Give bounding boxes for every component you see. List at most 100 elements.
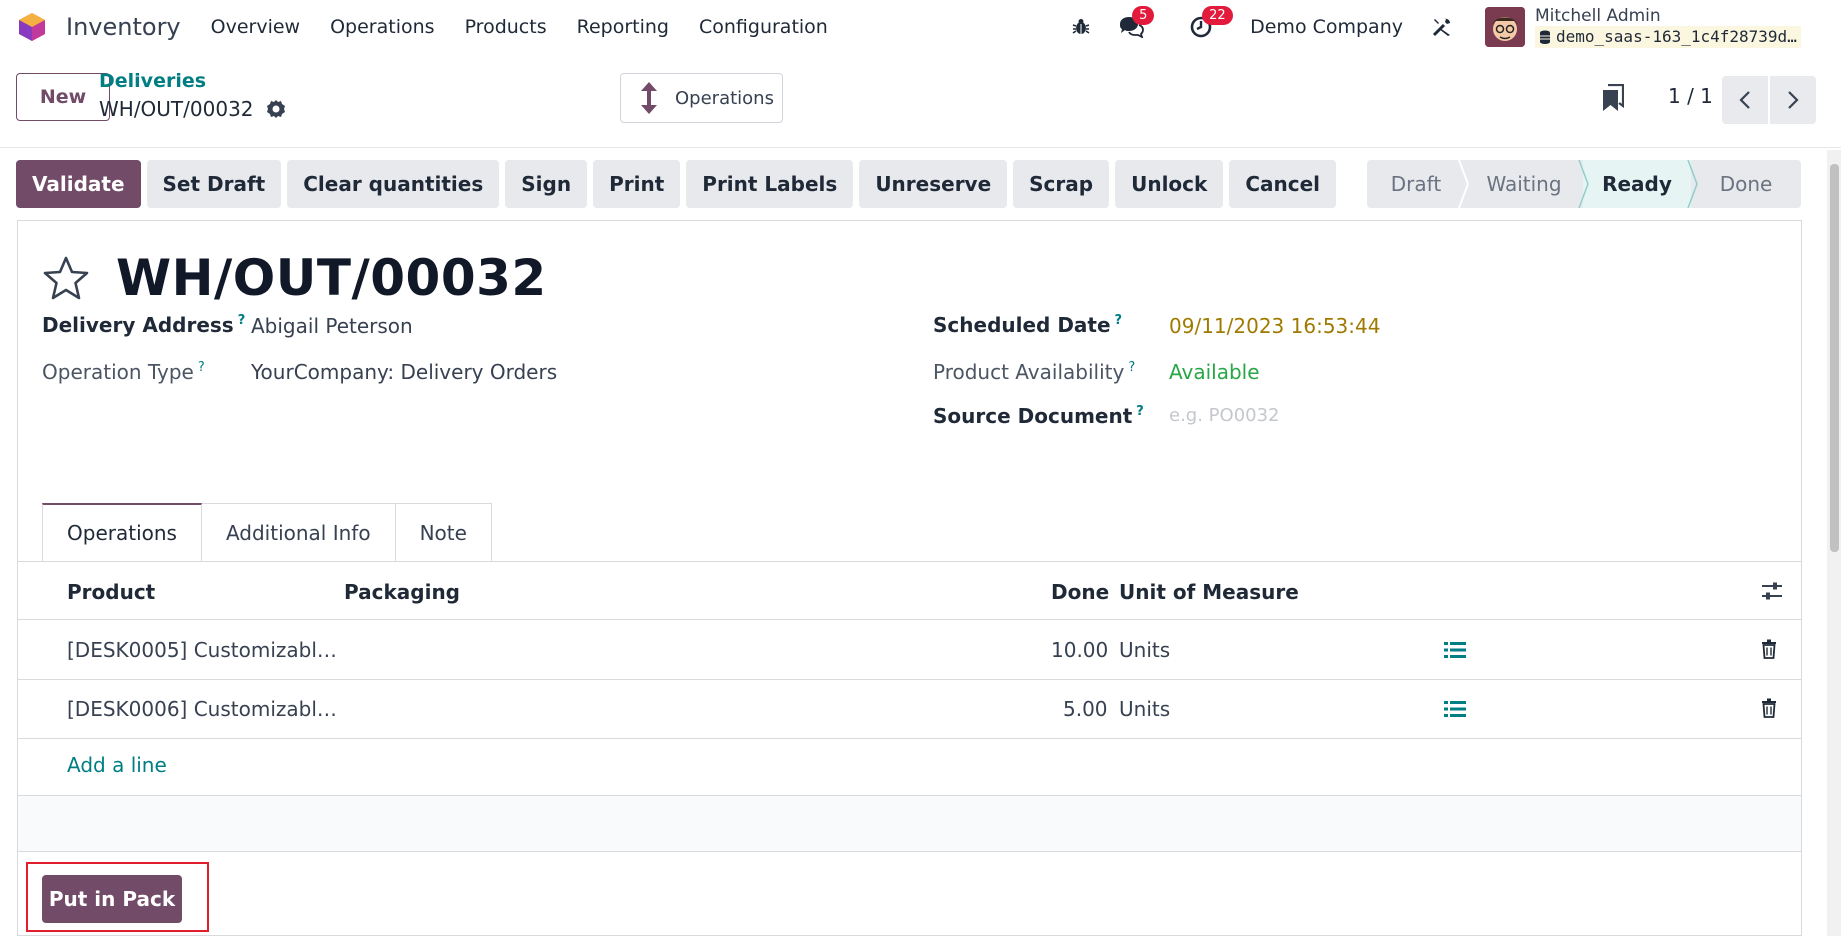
details-list-icon[interactable] — [1444, 641, 1466, 659]
stage-waiting[interactable]: Waiting — [1465, 160, 1583, 208]
help-icon[interactable]: ? — [1136, 404, 1144, 419]
tab-note[interactable]: Note — [395, 503, 492, 561]
app-name: Inventory — [66, 13, 181, 41]
pager-previous-button[interactable] — [1722, 76, 1768, 124]
scheduled-date-field[interactable]: 09/11/2023 16:53:44 — [1169, 314, 1380, 338]
new-button[interactable]: New — [16, 73, 110, 121]
menu-operations[interactable]: Operations — [330, 16, 434, 38]
put-in-pack-button[interactable]: Put in Pack — [42, 875, 182, 923]
database-name: demo_saas-163_1c4f28739d… — [1535, 26, 1801, 48]
column-unit-of-measure[interactable]: Unit of Measure — [1119, 580, 1299, 604]
row-product[interactable]: [DESK0005] Customizabl… — [67, 638, 337, 662]
help-icon[interactable]: ? — [238, 313, 246, 328]
help-icon[interactable]: ? — [1128, 360, 1135, 375]
pager-value[interactable]: 1 / 1 — [1668, 84, 1713, 108]
notebook-tabs: Operations Additional Info Note — [42, 503, 492, 561]
row-product[interactable]: [DESK0006] Customizabl… — [67, 697, 337, 721]
menu-configuration[interactable]: Configuration — [699, 16, 828, 38]
stage-ready[interactable]: Ready — [1583, 160, 1691, 208]
print-labels-button[interactable]: Print Labels — [686, 160, 854, 208]
gear-icon[interactable] — [266, 99, 286, 119]
operation-type-label: Operation Type? — [42, 360, 205, 384]
breadcrumb-current-label: WH/OUT/00032 — [99, 97, 254, 121]
chevron-right-icon — [1788, 91, 1799, 109]
star-icon[interactable] — [42, 255, 90, 301]
scheduled-date-label: Scheduled Date? — [933, 313, 1122, 337]
scrollbar-thumb[interactable] — [1830, 164, 1839, 552]
breadcrumb-deliveries[interactable]: Deliveries — [99, 70, 206, 92]
table-header: Product Packaging Done Unit of Measure — [18, 562, 1801, 620]
product-availability-label: Product Availability? — [933, 360, 1135, 384]
source-document-label: Source Document? — [933, 404, 1144, 428]
debug-bug-icon[interactable] — [1066, 12, 1096, 42]
messages-icon[interactable]: 5 — [1116, 6, 1155, 42]
record-title: WH/OUT/00032 — [116, 249, 547, 307]
delivery-address-label-text: Delivery Address — [42, 313, 234, 337]
operations-smart-button[interactable]: Operations — [620, 73, 783, 123]
sign-button[interactable]: Sign — [505, 160, 588, 208]
row-done-quantity[interactable]: 10.00 — [1051, 638, 1108, 662]
table-row[interactable]: [DESK0005] Customizabl… 10.00 Units — [18, 621, 1801, 680]
delivery-address-field[interactable]: Abigail Peterson — [251, 314, 413, 338]
activity-clock-icon[interactable]: 22 — [1186, 6, 1233, 42]
menu-reporting[interactable]: Reporting — [577, 16, 669, 38]
stage-done[interactable]: Done — [1691, 160, 1801, 208]
row-unit-of-measure[interactable]: Units — [1119, 638, 1170, 662]
trash-icon[interactable] — [1761, 639, 1777, 659]
scheduled-date-label-text: Scheduled Date — [933, 313, 1111, 337]
app-brand[interactable]: Inventory — [16, 11, 181, 43]
user-name: Mitchell Admin — [1535, 6, 1661, 26]
clear-quantities-button[interactable]: Clear quantities — [287, 160, 500, 208]
column-done[interactable]: Done — [1051, 580, 1109, 604]
source-document-label-text: Source Document — [933, 404, 1133, 428]
product-availability-value: Available — [1169, 360, 1260, 384]
menu-products[interactable]: Products — [465, 16, 547, 38]
add-line-link[interactable]: Add a line — [67, 753, 167, 777]
row-unit-of-measure[interactable]: Units — [1119, 697, 1170, 721]
navbar-systray: 5 22 Demo Company Mitchell Admin demo_sa… — [1066, 0, 1841, 54]
product-availability-label-text: Product Availability — [933, 360, 1125, 384]
trash-icon[interactable] — [1761, 698, 1777, 718]
unlock-button[interactable]: Unlock — [1115, 160, 1224, 208]
scrap-button[interactable]: Scrap — [1013, 160, 1110, 208]
tab-operations[interactable]: Operations — [42, 503, 202, 561]
user-avatar[interactable] — [1485, 7, 1525, 47]
delivery-address-label: Delivery Address? — [42, 313, 245, 337]
column-packaging[interactable]: Packaging — [344, 580, 460, 604]
bookmark-icon[interactable] — [1602, 84, 1624, 112]
database-icon — [1540, 30, 1550, 44]
company-switcher[interactable]: Demo Company — [1250, 16, 1403, 38]
source-document-input[interactable]: e.g. PO0032 — [1169, 405, 1280, 426]
table-footer-area — [18, 796, 1801, 852]
top-navbar: Inventory Overview Operations Products R… — [0, 0, 1841, 54]
cancel-button[interactable]: Cancel — [1229, 160, 1337, 208]
status-bar: Draft Waiting Ready Done — [1367, 160, 1801, 208]
transfer-arrows-icon — [641, 82, 657, 114]
action-bar: Validate Set Draft Clear quantities Sign… — [16, 160, 1342, 208]
menu-overview[interactable]: Overview — [211, 16, 300, 38]
validate-button[interactable]: Validate — [16, 160, 141, 208]
details-list-icon[interactable] — [1444, 700, 1466, 718]
chevron-left-icon — [1739, 91, 1750, 109]
unreserve-button[interactable]: Unreserve — [859, 160, 1008, 208]
operation-type-field[interactable]: YourCompany: Delivery Orders — [251, 360, 557, 384]
database-name-text: demo_saas-163_1c4f28739d… — [1556, 27, 1797, 46]
pager-next-button[interactable] — [1770, 76, 1816, 124]
tools-icon[interactable] — [1427, 12, 1457, 42]
operation-type-label-text: Operation Type — [42, 360, 194, 384]
optional-columns-icon[interactable] — [1761, 581, 1783, 601]
help-icon[interactable]: ? — [198, 360, 205, 375]
user-menu[interactable]: Mitchell Admin demo_saas-163_1c4f28739d… — [1535, 6, 1841, 48]
column-product[interactable]: Product — [67, 580, 155, 604]
help-icon[interactable]: ? — [1115, 313, 1123, 328]
row-done-quantity[interactable]: 5.00 — [1063, 697, 1108, 721]
table-row[interactable]: [DESK0006] Customizabl… 5.00 Units — [18, 680, 1801, 739]
stage-draft[interactable]: Draft — [1367, 160, 1465, 208]
title-row: WH/OUT/00032 — [42, 249, 547, 307]
tab-additional-info[interactable]: Additional Info — [201, 503, 396, 561]
messages-badge: 5 — [1132, 6, 1155, 25]
set-draft-button[interactable]: Set Draft — [146, 160, 282, 208]
breadcrumb-current: WH/OUT/00032 — [99, 97, 286, 121]
main-menu: Overview Operations Products Reporting C… — [211, 16, 858, 38]
print-button[interactable]: Print — [593, 160, 681, 208]
